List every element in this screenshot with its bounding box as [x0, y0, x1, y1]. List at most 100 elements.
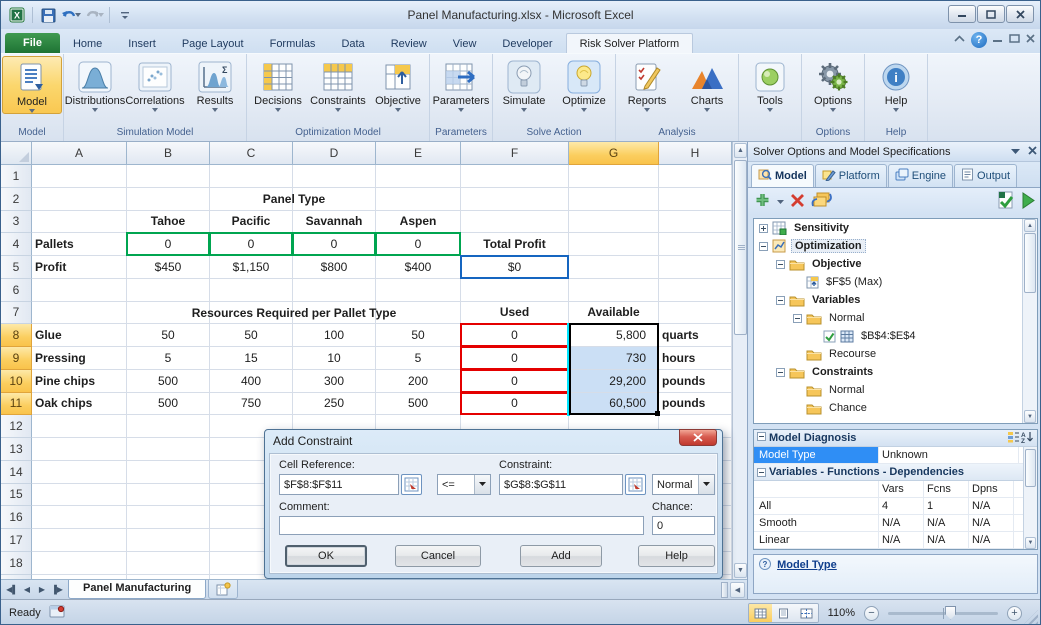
pane-tab-model[interactable]: Model — [751, 164, 814, 187]
cell-C4[interactable]: 0 — [210, 233, 293, 256]
cell-B1[interactable] — [127, 165, 210, 188]
cell-B6[interactable] — [127, 279, 210, 302]
tree-item-normal[interactable]: Normal — [754, 309, 1037, 327]
results-button[interactable]: ΣResults — [185, 56, 245, 112]
ribbon-tab-insert[interactable]: Insert — [115, 34, 169, 53]
ribbon-tab-home[interactable]: Home — [60, 34, 115, 53]
cancel-button[interactable]: Cancel — [395, 545, 481, 567]
optimize-button[interactable]: Optimize — [554, 56, 614, 112]
column-header-B[interactable]: B — [127, 142, 210, 165]
workbook-restore-icon[interactable] — [1009, 34, 1020, 46]
close-button[interactable] — [1006, 5, 1034, 23]
relation-type-dropdown[interactable]: Normal — [652, 474, 715, 495]
objective-button[interactable]: Objective — [368, 56, 428, 112]
zoom-out-icon[interactable]: − — [864, 606, 879, 621]
scroll-up-icon[interactable]: ▲ — [734, 143, 747, 158]
cell-H5[interactable] — [659, 256, 732, 279]
workbook-close-icon[interactable] — [1026, 34, 1036, 46]
cell-D7[interactable] — [293, 302, 376, 325]
cell-F8[interactable]: 0 — [461, 324, 569, 347]
column-header-H[interactable]: H — [659, 142, 732, 165]
row-header-9[interactable]: 9 — [1, 347, 32, 370]
row-header-17[interactable]: 17 — [1, 529, 32, 552]
insert-worksheet-icon[interactable] — [208, 580, 238, 599]
cell-E3[interactable]: Aspen — [376, 211, 461, 234]
check-model-icon[interactable] — [995, 191, 1015, 212]
cell-A2[interactable] — [32, 188, 127, 211]
tree-item-optimization[interactable]: Optimization — [754, 237, 1037, 255]
scroll-down-icon[interactable]: ▼ — [734, 563, 747, 578]
cell-G3[interactable] — [569, 211, 659, 234]
parameters-button[interactable]: Parameters — [431, 56, 491, 112]
collapse-icon[interactable] — [793, 314, 802, 323]
next-sheet-icon[interactable]: ▶ — [35, 585, 49, 594]
cell-C8[interactable]: 50 — [210, 324, 293, 347]
tab-split-handle[interactable] — [721, 582, 728, 598]
cell-A18[interactable] — [32, 552, 127, 575]
cell-G2[interactable] — [569, 188, 659, 211]
sort-az-icon[interactable]: AZ — [1020, 431, 1034, 446]
row-header-6[interactable]: 6 — [1, 279, 32, 302]
collapse-ribbon-icon[interactable] — [954, 35, 965, 46]
cell-C2[interactable] — [210, 188, 293, 211]
cell-E6[interactable] — [376, 279, 461, 302]
cell-reference-input[interactable]: $F$8:$F$11 — [279, 474, 399, 495]
cell-H2[interactable] — [659, 188, 732, 211]
hscroll-left-icon[interactable]: ◀ — [730, 582, 745, 598]
column-header-F[interactable]: F — [461, 142, 569, 165]
ribbon-tab-formulas[interactable]: Formulas — [257, 34, 329, 53]
cell-B17[interactable] — [127, 529, 210, 552]
cell-H1[interactable] — [659, 165, 732, 188]
ok-button[interactable]: OK — [285, 545, 367, 567]
categorize-icon[interactable] — [1007, 431, 1020, 446]
cell-H10[interactable]: pounds — [659, 370, 732, 393]
cell-G10[interactable]: 29,200 — [569, 370, 659, 393]
last-sheet-icon[interactable]: ▐▶ — [50, 585, 64, 594]
vertical-scroll-thumb[interactable] — [734, 160, 747, 335]
pane-tab-output[interactable]: Output — [954, 164, 1017, 187]
save-icon[interactable] — [38, 5, 58, 25]
tree-item-recourse[interactable]: Recourse — [754, 345, 1037, 363]
cell-D3[interactable]: Savannah — [293, 211, 376, 234]
cell-D10[interactable]: 300 — [293, 370, 376, 393]
macro-record-icon[interactable] — [49, 605, 66, 622]
distributions-button[interactable]: Distributions — [65, 56, 125, 112]
decisions-button[interactable]: Decisions — [248, 56, 308, 112]
first-sheet-icon[interactable]: ◀▌ — [5, 585, 19, 594]
cell-A12[interactable] — [32, 415, 127, 438]
cell-C11[interactable]: 750 — [210, 393, 293, 416]
pane-close-icon[interactable] — [1028, 146, 1037, 158]
cell-A10[interactable]: Pine chips — [32, 370, 127, 393]
pane-tab-platform[interactable]: Platform — [815, 164, 887, 187]
cell-F5[interactable]: $0 — [461, 256, 569, 279]
cell-F1[interactable] — [461, 165, 569, 188]
row-header-18[interactable]: 18 — [1, 552, 32, 575]
row-header-2[interactable]: 2 — [1, 188, 32, 211]
row-header-11[interactable]: 11 — [1, 393, 32, 416]
cell-C1[interactable] — [210, 165, 293, 188]
cell-A14[interactable] — [32, 461, 127, 484]
row-header-16[interactable]: 16 — [1, 506, 32, 529]
delete-icon[interactable] — [790, 193, 805, 211]
cell-B16[interactable] — [127, 506, 210, 529]
minimize-button[interactable] — [948, 5, 976, 23]
column-header-D[interactable]: D — [293, 142, 376, 165]
help-button[interactable]: iHelp — [866, 56, 926, 112]
cell-H9[interactable]: hours — [659, 347, 732, 370]
cell-F6[interactable] — [461, 279, 569, 302]
collapse-icon[interactable] — [776, 296, 785, 305]
cell-D6[interactable] — [293, 279, 376, 302]
row-header-8[interactable]: 8 — [1, 324, 32, 347]
cell-C9[interactable]: 15 — [210, 347, 293, 370]
cell-A9[interactable]: Pressing — [32, 347, 127, 370]
simulate-button[interactable]: Simulate — [494, 56, 554, 112]
options-button[interactable]: Options — [803, 56, 863, 112]
row-header-12[interactable]: 12 — [1, 415, 32, 438]
row-header-5[interactable]: 5 — [1, 256, 32, 279]
excel-logo-icon[interactable]: X — [7, 5, 27, 25]
tree-item--b-4-e-4[interactable]: $B$4:$E$4 — [754, 327, 1037, 345]
cell-H3[interactable] — [659, 211, 732, 234]
ribbon-tab-page-layout[interactable]: Page Layout — [169, 34, 257, 53]
row-header-13[interactable]: 13 — [1, 438, 32, 461]
cell-B11[interactable]: 500 — [127, 393, 210, 416]
